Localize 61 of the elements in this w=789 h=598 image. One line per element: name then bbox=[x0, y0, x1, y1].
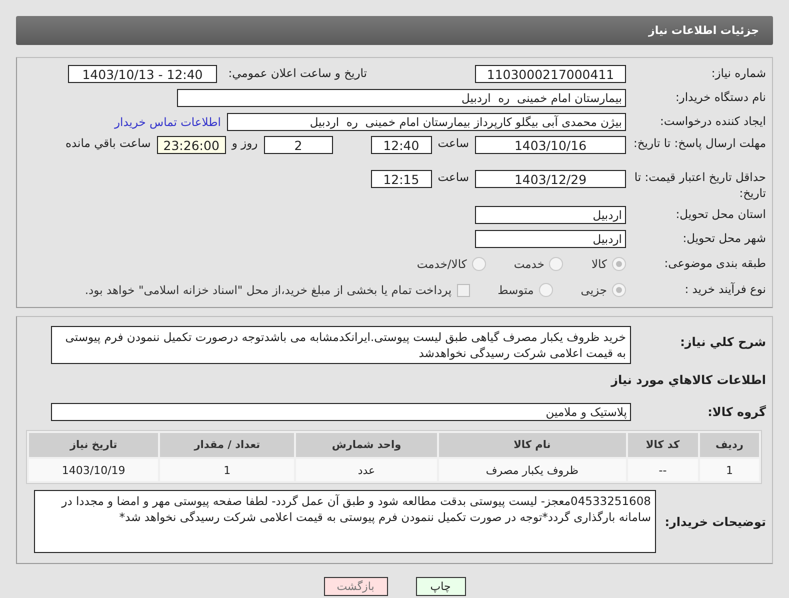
table-cell: ظروف یکبار مصرف bbox=[438, 459, 626, 482]
field-label: نوع فرآیند خرید : bbox=[684, 282, 767, 298]
option-label: کالا/خدمت bbox=[416, 257, 467, 272]
field-label: توضیحات خریدار: bbox=[664, 514, 767, 530]
remaining-label: ساعت باقي مانده bbox=[66, 136, 151, 150]
goods-group-field: پلاستیک و ملامین bbox=[51, 403, 631, 422]
option-label: متوسط bbox=[498, 283, 534, 298]
field-label: استان محل تحویل: bbox=[674, 207, 767, 223]
radio-button[interactable] bbox=[612, 283, 626, 298]
time-label: ساعت bbox=[438, 170, 469, 184]
announce-date-field: 1403/10/13 - 12:40 bbox=[68, 65, 217, 83]
description-field: خرید ظروف یکبار مصرف گیاهی طبق لیست پیوستی.ایرانکدمشابه می باشدتوجه درصورت تکمیل ننمودن فرم پیوستی به قیمت اعلامی شرکت رسیدگی نخواهدشد bbox=[51, 326, 631, 364]
option-label: جزیی bbox=[580, 283, 607, 298]
field-label: شرح کلي نياز: bbox=[679, 334, 767, 350]
days-label: روز و bbox=[232, 136, 258, 150]
province-field: اردبیل bbox=[475, 206, 626, 224]
field-label: تاریخ و ساعت اعلان عمومي: bbox=[227, 66, 368, 82]
field-label: ایجاد کننده درخواست: bbox=[659, 114, 767, 130]
field-label: طبقه بندی موضوعی: bbox=[663, 256, 767, 272]
deadline-date-field: 1403/10/16 bbox=[475, 136, 626, 154]
radio-button[interactable] bbox=[472, 257, 486, 272]
back-button[interactable]: بازگشت bbox=[324, 577, 388, 596]
field-label: حداقل تاریخ اعتبار قیمت: تا تاریخ: bbox=[633, 170, 767, 202]
column-header: ردیف bbox=[700, 433, 759, 458]
column-header: کد کالا bbox=[628, 433, 698, 458]
checkbox-label: پرداخت تمام یا بخشی از مبلغ خرید،از محل "اسناد خزانه اسلامی" خواهد بود. bbox=[84, 283, 452, 298]
contact-link[interactable]: اطلاعات تماس خریدار bbox=[114, 115, 221, 129]
column-header: تعداد / مقدار bbox=[160, 433, 294, 458]
option-label: خدمت bbox=[514, 257, 544, 272]
column-header: واحد شمارش bbox=[296, 433, 437, 458]
column-header: نام کالا bbox=[438, 433, 626, 458]
section-heading: اطلاعات کالاهاي مورد نياز bbox=[610, 372, 767, 388]
field-label: گروه کالا: bbox=[706, 404, 767, 420]
need-number-field: 1103000217000411 bbox=[475, 65, 626, 83]
field-label: شماره نیاز: bbox=[710, 66, 767, 82]
radio-button[interactable] bbox=[549, 257, 564, 272]
page-title: جزئیات اطلاعات نیاز bbox=[648, 24, 759, 37]
table-cell: 1403/10/19 bbox=[29, 459, 158, 482]
checkbox[interactable] bbox=[456, 284, 470, 297]
buyer-notes-field: 04533251608معجز- لیست پیوستی بدقت مطالعه شود و طبق آن عمل گردد- لطفا صفحه پیوستی مهر و امضا و مجددا در سامانه بارگذاری گردد*توجه در صورت تکمیل ننمودن فرم پیوستی به قیمت اعلامی شرکت رسیدگی نخواهد شد* bbox=[34, 490, 656, 554]
days-field: 2 bbox=[264, 136, 333, 154]
city-field: اردبیل bbox=[475, 230, 626, 248]
price-validity-time-field: 12:15 bbox=[370, 170, 432, 188]
table-cell: 1 bbox=[160, 459, 294, 482]
print-button[interactable]: چاپ bbox=[416, 577, 466, 596]
field-label: نام دستگاه خریدار: bbox=[674, 90, 767, 106]
radio-button[interactable] bbox=[538, 283, 553, 298]
price-validity-date-field: 1403/12/29 bbox=[475, 170, 626, 188]
remaining-time-field: 23:26:00 bbox=[156, 136, 226, 154]
field-label: مهلت ارسال پاسخ: تا تاریخ: bbox=[632, 136, 767, 152]
creator-field: بیژن محمدی آبی بیگلو کارپرداز بیمارستان امام خمینی ره اردبیل bbox=[227, 113, 626, 131]
table-cell: -- bbox=[628, 459, 698, 482]
column-header: تاریخ نیاز bbox=[29, 433, 158, 458]
buyer-org-field: بیمارستان امام خمینی ره اردبیل bbox=[177, 89, 626, 107]
table-cell: عدد bbox=[296, 459, 437, 482]
field-label: شهر محل تحویل: bbox=[682, 231, 767, 247]
option-label: کالا bbox=[591, 257, 607, 272]
time-label: ساعت bbox=[438, 136, 469, 150]
radio-button[interactable] bbox=[612, 257, 626, 272]
table-cell: 1 bbox=[700, 459, 759, 482]
deadline-time-field: 12:40 bbox=[370, 136, 432, 154]
